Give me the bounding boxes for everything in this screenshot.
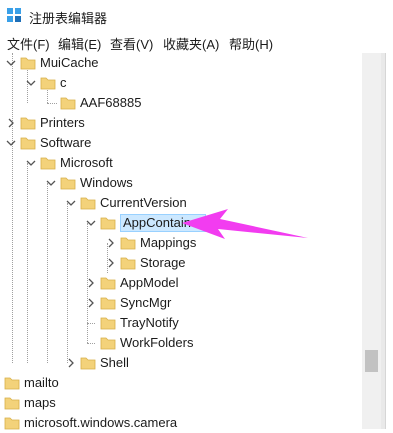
folder-icon: [100, 297, 116, 310]
chevron-down-icon[interactable]: [26, 158, 36, 168]
folder-icon: [60, 177, 76, 190]
tree-node-label: maps: [24, 395, 56, 410]
chevron-right-icon[interactable]: [86, 278, 96, 288]
chevron-down-icon[interactable]: [6, 138, 16, 148]
tree-node-label: Software: [40, 135, 92, 150]
tree-node-label: CurrentVersion: [100, 195, 187, 210]
tree-node-label: c: [60, 75, 67, 90]
folder-icon: [120, 257, 136, 270]
folder-icon: [100, 217, 116, 230]
chevron-right-icon[interactable]: [106, 238, 116, 248]
tree-node-label: Storage: [140, 255, 186, 270]
menu-favorites[interactable]: 收藏夹(A): [163, 34, 219, 53]
tree-node-storage[interactable]: Storage: [106, 253, 366, 273]
tree-node-label: Printers: [40, 115, 85, 130]
menu-help[interactable]: 帮助(H): [229, 34, 273, 53]
window-title: 注册表编辑器: [29, 11, 108, 26]
chevron-right-icon[interactable]: [106, 258, 116, 268]
chevron-down-icon[interactable]: [26, 78, 36, 88]
chevron-down-icon[interactable]: [46, 178, 56, 188]
tree-node-label: Shell: [100, 355, 129, 370]
tree-node-workfolders[interactable]: WorkFolders: [86, 333, 366, 353]
folder-icon: [80, 197, 96, 210]
chevron-down-icon[interactable]: [6, 58, 16, 68]
chevron-down-icon[interactable]: [86, 218, 96, 228]
folder-icon: [4, 417, 20, 430]
tree-node-label: TrayNotify: [120, 315, 179, 330]
folder-icon: [60, 97, 76, 110]
tree-node-label: MuiCache: [40, 55, 99, 70]
values-pane[interactable]: [385, 53, 393, 429]
tree-guide: [12, 53, 13, 363]
tree-node-label: WorkFolders: [120, 335, 194, 350]
folder-icon: [120, 237, 136, 250]
tree-node-software[interactable]: Software: [6, 133, 366, 153]
menu-view[interactable]: 查看(V): [110, 34, 153, 53]
menu-file[interactable]: 文件(F): [7, 34, 50, 53]
registry-editor-icon: [7, 8, 21, 22]
folder-icon: [80, 357, 96, 370]
folder-icon: [4, 377, 20, 390]
folder-icon: [20, 137, 36, 150]
scrollbar-thumb[interactable]: [365, 350, 378, 372]
tree-node-appmodel[interactable]: AppModel: [86, 273, 366, 293]
title-bar: 注册表编辑器: [0, 0, 393, 31]
tree-node-microsoft[interactable]: Microsoft: [26, 153, 366, 173]
folder-icon: [100, 277, 116, 290]
tree-node-label: AAF68885: [80, 95, 142, 110]
folder-icon: [40, 77, 56, 90]
tree-node-c[interactable]: c: [26, 73, 366, 93]
folder-icon: [4, 397, 20, 410]
tree-guide: [47, 183, 48, 363]
folder-icon: [40, 157, 56, 170]
tree-node-label: mailto: [24, 375, 59, 390]
tree-node-shell[interactable]: Shell: [66, 353, 366, 373]
tree-node-syncmgr[interactable]: SyncMgr: [86, 293, 366, 313]
tree-node-label: Windows: [80, 175, 133, 190]
tree-node-label: AppModel: [120, 275, 179, 290]
tree-node-traynotify[interactable]: TrayNotify: [86, 313, 366, 333]
chevron-right-icon[interactable]: [66, 358, 76, 368]
folder-icon: [20, 117, 36, 130]
tree-node-muicache[interactable]: MuiCache: [6, 53, 366, 73]
folder-icon: [100, 317, 116, 330]
folder-icon: [20, 57, 36, 70]
menu-bar: 文件(F) 编辑(E) 查看(V) 收藏夹(A) 帮助(H): [0, 31, 393, 53]
folder-icon: [100, 337, 116, 350]
pointer-arrow-icon: [182, 209, 308, 239]
tree-guide: [27, 163, 28, 363]
chevron-down-icon[interactable]: [66, 198, 76, 208]
tree-node-printers[interactable]: Printers: [6, 113, 366, 133]
tree-node-microsoft-windows-camera[interactable]: microsoft.windows.camera: [0, 413, 366, 433]
tree-node-windows[interactable]: Windows: [46, 173, 366, 193]
chevron-right-icon[interactable]: [86, 298, 96, 308]
tree-guide: [67, 203, 68, 363]
tree-node-mailto[interactable]: mailto: [0, 373, 366, 393]
tree-node-aaf68885[interactable]: AAF68885: [46, 93, 366, 113]
tree-node-label: Microsoft: [60, 155, 113, 170]
tree-vertical-scrollbar[interactable]: [362, 53, 381, 429]
tree-node-label: SyncMgr: [120, 295, 172, 310]
menu-edit[interactable]: 编辑(E): [58, 34, 101, 53]
tree-node-maps[interactable]: maps: [0, 393, 366, 413]
chevron-right-icon[interactable]: [6, 118, 16, 128]
